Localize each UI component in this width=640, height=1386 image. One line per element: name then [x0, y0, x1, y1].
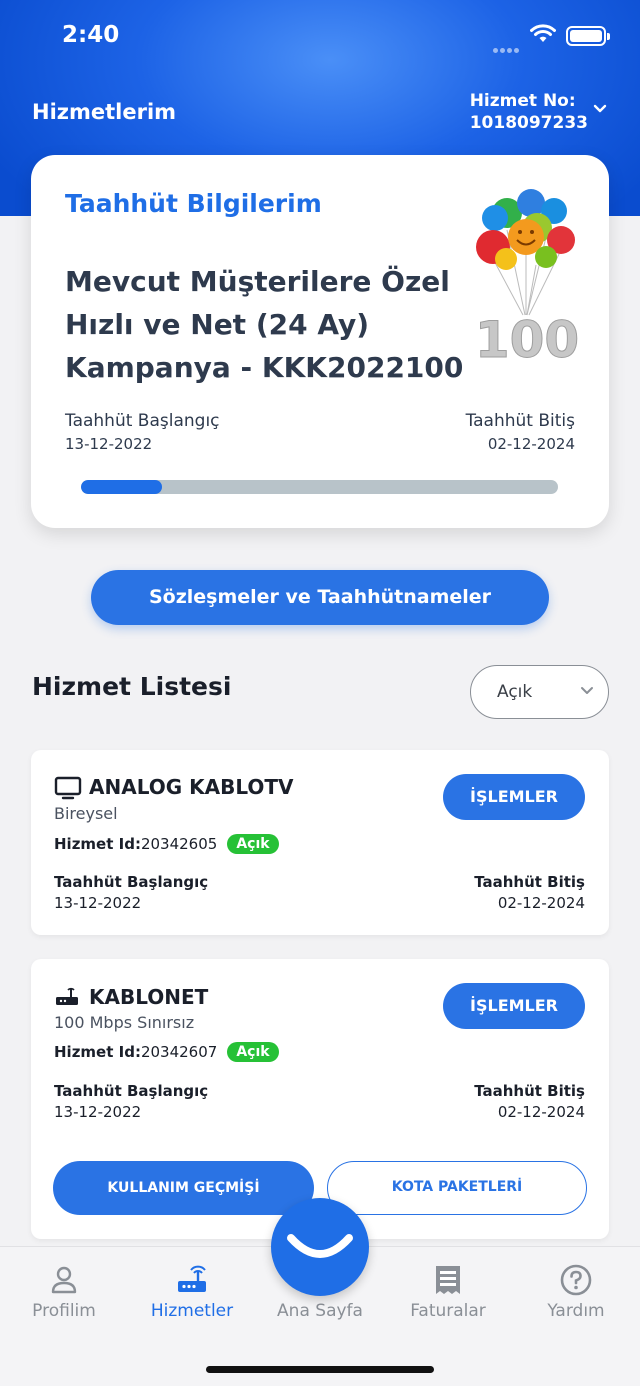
receipt-icon — [436, 1266, 460, 1294]
wifi-icon — [530, 24, 556, 42]
service-subtitle: 100 Mbps Sınırsız — [54, 1013, 195, 1032]
end-date: 02-12-2024 — [487, 435, 575, 453]
tab-profile[interactable]: Profilim — [0, 1262, 128, 1321]
end-label: Taahhüt Bitiş — [474, 873, 585, 891]
commitment-card: Taahhüt Bilgilerim Mevcut Müşterilere Öz… — [31, 155, 609, 528]
chevron-down-icon — [581, 687, 593, 694]
router-icon — [56, 987, 78, 1005]
service-card-internet: KABLONET 100 Mbps Sınırsız Hizmet Id: 20… — [31, 959, 609, 1239]
end-date: 02-12-2024 — [497, 1103, 585, 1121]
balloons-100-illustration: 100 — [474, 189, 580, 365]
commitment-progress-bar — [81, 480, 558, 494]
badge-number: 100 — [475, 311, 579, 365]
status-badge: Açık — [227, 1042, 279, 1062]
commitment-progress-fill — [81, 480, 163, 494]
start-date: 13-12-2022 — [65, 435, 153, 453]
actions-button[interactable]: İŞLEMLER — [443, 983, 585, 1029]
chevron-down-icon[interactable] — [593, 104, 607, 114]
tab-services[interactable]: Hizmetler — [128, 1262, 256, 1321]
tab-label: Ana Sayfa — [277, 1301, 363, 1321]
battery-icon — [566, 26, 610, 46]
tab-invoices[interactable]: Faturalar — [384, 1262, 512, 1321]
start-label: Taahhüt Başlangıç — [54, 1082, 209, 1100]
service-card-tv: ANALOG KABLOTV Bireysel Hizmet Id: 20342… — [31, 750, 609, 935]
start-date: 13-12-2022 — [54, 1103, 142, 1121]
service-id-label: Hizmet Id: — [54, 1043, 141, 1061]
end-date: 02-12-2024 — [497, 894, 585, 912]
start-label: Taahhüt Başlangıç — [54, 873, 209, 891]
tv-icon — [54, 776, 82, 800]
service-subtitle: Bireysel — [54, 804, 118, 823]
status-badge: Açık — [227, 834, 279, 854]
commitment-title: Taahhüt Bilgilerim — [65, 189, 322, 218]
service-id-value: 20342605 — [140, 835, 218, 853]
service-list-title: Hizmet Listesi — [32, 672, 232, 701]
start-date: 13-12-2022 — [54, 894, 142, 912]
status-filter-value: Açık — [497, 682, 533, 702]
page-title: Hizmetlerim — [32, 100, 177, 124]
home-indicator — [206, 1366, 434, 1373]
service-id-row: Hizmet Id: 20342605 Açık — [54, 834, 279, 854]
tab-help[interactable]: Yardım — [512, 1262, 640, 1321]
end-label: Taahhüt Bitiş — [465, 411, 575, 431]
home-fab-button[interactable] — [271, 1198, 369, 1296]
quota-packages-button[interactable]: KOTA PAKETLERİ — [327, 1161, 587, 1215]
start-label: Taahhüt Başlangıç — [65, 411, 220, 431]
tab-label: Profilim — [32, 1301, 96, 1321]
service-id-row: Hizmet Id: 20342607 Açık — [54, 1042, 279, 1062]
tab-label: Faturalar — [410, 1301, 486, 1321]
status-time: 2:40 — [62, 22, 120, 48]
tab-label: Hizmetler — [150, 1301, 234, 1321]
help-icon — [560, 1264, 592, 1296]
service-number-value: 1018097233 — [469, 113, 588, 133]
service-number-label: Hizmet No: — [469, 91, 576, 111]
status-filter-dropdown[interactable]: Açık — [470, 665, 609, 719]
end-label: Taahhüt Bitiş — [474, 1082, 585, 1100]
service-number-selector[interactable]: Hizmet No: 1018097233 — [470, 90, 588, 134]
service-id-label: Hizmet Id: — [54, 835, 141, 853]
person-icon — [51, 1266, 77, 1294]
actions-button[interactable]: İŞLEMLER — [443, 774, 585, 820]
status-bar: 2:40 — [0, 18, 640, 58]
tab-label: Yardım — [547, 1301, 605, 1321]
campaign-name: Mevcut Müşterilere Özel Hızlı ve Net (24… — [65, 265, 464, 384]
service-id-value: 20342607 — [140, 1043, 218, 1061]
service-name: ANALOG KABLOTV — [89, 775, 294, 799]
usage-history-button[interactable]: KULLANIM GEÇMİŞİ — [53, 1161, 314, 1215]
contracts-button[interactable]: Sözleşmeler ve Taahhütnameler — [91, 570, 549, 625]
smile-icon — [287, 1234, 353, 1258]
service-name: KABLONET — [89, 985, 209, 1009]
signal-icon — [493, 38, 523, 53]
router-icon — [178, 1265, 206, 1292]
